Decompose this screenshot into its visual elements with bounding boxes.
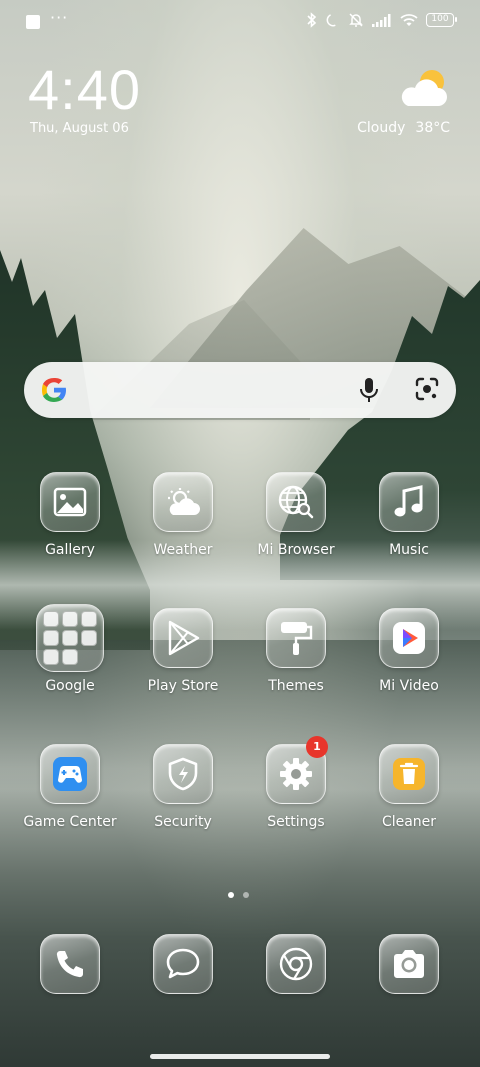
browser-icon [266,472,326,532]
battery-icon: 100 [426,13,457,27]
paint-roller-icon [266,608,326,668]
dock-chrome[interactable] [246,934,346,994]
app-settings[interactable]: 1 Settings [246,736,346,830]
clock-date: Thu, August 06 [30,121,129,136]
app-gallery[interactable]: Gallery [20,472,120,558]
app-label: Themes [268,678,324,694]
app-cleaner[interactable]: Cleaner [359,744,459,830]
app-security[interactable]: Security [133,744,233,830]
weather-temperature: 38°C [415,120,450,136]
bluetooth-icon [307,12,317,28]
microphone-icon[interactable] [358,376,380,404]
gamepad-icon [40,744,100,804]
app-themes[interactable]: Themes [246,608,346,694]
app-label: Mi Video [379,678,439,694]
signal-icon [372,14,391,27]
app-label: Music [389,542,429,558]
messages-icon [153,934,213,994]
app-label: Game Center [23,814,117,830]
dock-camera[interactable] [359,934,459,994]
square-notification-icon [26,15,40,29]
app-label: Security [154,814,212,830]
video-icon [379,608,439,668]
page-dot-active [228,892,234,898]
clock-time[interactable]: 4:40 [28,58,141,122]
google-lens-icon[interactable] [414,376,440,402]
dock-phone[interactable] [20,934,120,994]
app-mi-video[interactable]: Mi Video [359,608,459,694]
app-label: Cleaner [381,814,437,830]
trash-icon [379,744,439,804]
page-indicator [228,892,249,898]
weather-icon [153,472,213,532]
folder-icon [36,604,104,672]
app-label: Weather [153,542,213,558]
camera-icon [379,934,439,994]
app-label: Mi Browser [257,542,335,558]
app-label: Settings [267,814,325,830]
google-logo-icon [42,378,66,402]
app-weather[interactable]: Weather [133,472,233,558]
folder-google[interactable]: Google [20,604,120,694]
gear-icon: 1 [266,736,328,804]
music-icon [379,472,439,532]
dock-messages[interactable] [133,934,233,994]
weather-condition: Cloudy [357,120,406,136]
google-search-bar[interactable] [24,362,456,418]
play-store-icon [153,608,213,668]
app-label: Google [45,678,95,694]
page-dot [243,892,249,898]
app-label: Play Store [147,678,219,694]
weather-widget[interactable]: Cloudy 38°C [357,120,450,136]
app-label: Gallery [45,542,95,558]
notification-badge: 1 [306,736,328,758]
gesture-home-bar[interactable] [150,1054,330,1059]
sun-behind-cloud-icon[interactable] [398,66,450,110]
app-play-store[interactable]: Play Store [133,608,233,694]
more-dots-icon: ··· [50,8,69,27]
wifi-icon [400,14,418,26]
app-mi-browser[interactable]: Mi Browser [246,472,346,558]
bell-muted-icon [349,13,363,27]
gallery-icon [40,472,100,532]
phone-icon [40,934,100,994]
status-bar: ··· 100 [0,0,480,44]
shield-icon [153,744,213,804]
app-game-center[interactable]: Game Center [20,744,120,830]
app-music[interactable]: Music [359,472,459,558]
moon-icon [326,13,336,26]
chrome-icon [266,934,326,994]
